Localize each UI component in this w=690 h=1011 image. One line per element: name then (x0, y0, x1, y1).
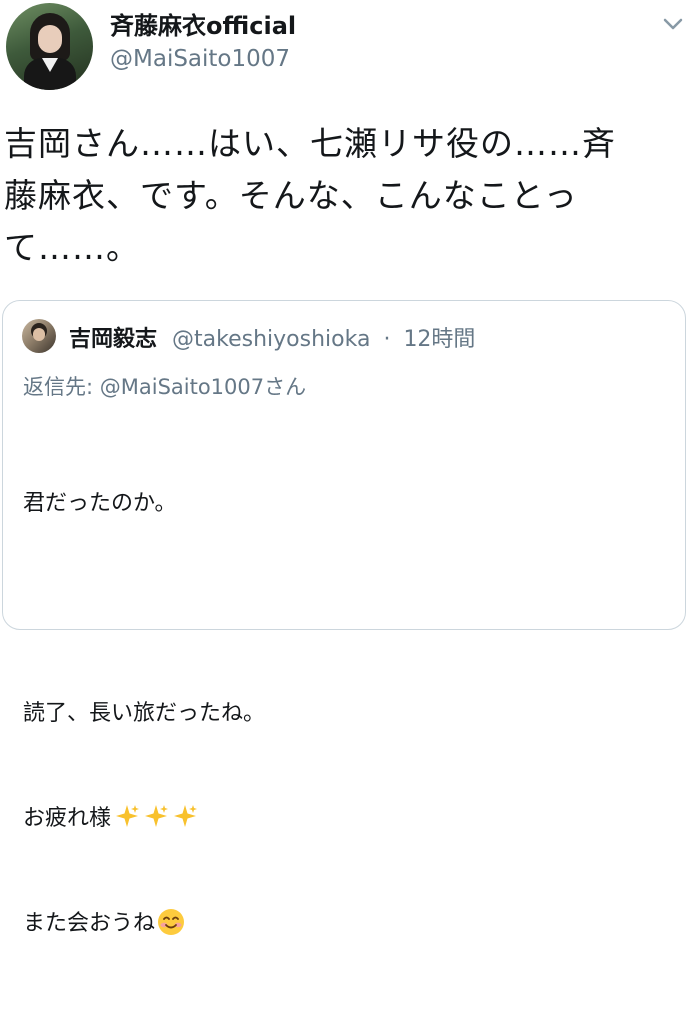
author-display-name[interactable]: 斉藤麻衣official (110, 6, 296, 41)
quoted-author-avatar (22, 319, 56, 353)
reply-to-label: 返信先: @MaiSaito1007さん (23, 375, 307, 399)
meta-separator: · (383, 327, 391, 352)
quoted-line-4-wrap: お疲れ様 (23, 801, 663, 836)
author-handle[interactable]: @MaiSaito1007 (110, 46, 290, 72)
quoted-author-handle: @takeshiyoshioka (172, 327, 371, 352)
quoted-line-5-wrap: また会おうね (23, 906, 663, 941)
quoted-tweet-body: 君だったのか。 読了、長い旅だったね。 お疲れ様 また会おうね (23, 416, 663, 1011)
chevron-down-icon[interactable] (662, 16, 684, 32)
sparkles-icon (145, 805, 169, 827)
quoted-line-4: お疲れ様 (23, 806, 112, 831)
quoted-author-name: 吉岡毅志 (69, 327, 158, 352)
smiling-face-icon (158, 909, 185, 935)
quoted-tweet-time: 12時間 (403, 327, 476, 352)
quoted-line-5: また会おうね (23, 911, 156, 936)
quoted-tweet-header: 吉岡毅志 @takeshiyoshioka · 12時間 (69, 321, 475, 353)
quoted-line-2 (23, 591, 663, 626)
author-avatar[interactable] (6, 3, 93, 90)
avatar-face (38, 25, 62, 53)
quoted-avatar-face (33, 328, 45, 341)
sparkles-icon (174, 805, 198, 827)
quoted-line-1: 君だったのか。 (23, 491, 177, 516)
quoted-tweet[interactable]: 吉岡毅志 @takeshiyoshioka · 12時間 返信先: @MaiSa… (2, 300, 686, 936)
sparkles-icon (116, 805, 140, 827)
quoted-line-3: 読了、長い旅だったね。 (23, 701, 266, 726)
tweet-text: 吉岡さん……はい、七瀬リサ役の……斉 藤麻衣、です。そんな、こんなことっ て……… (4, 124, 616, 267)
